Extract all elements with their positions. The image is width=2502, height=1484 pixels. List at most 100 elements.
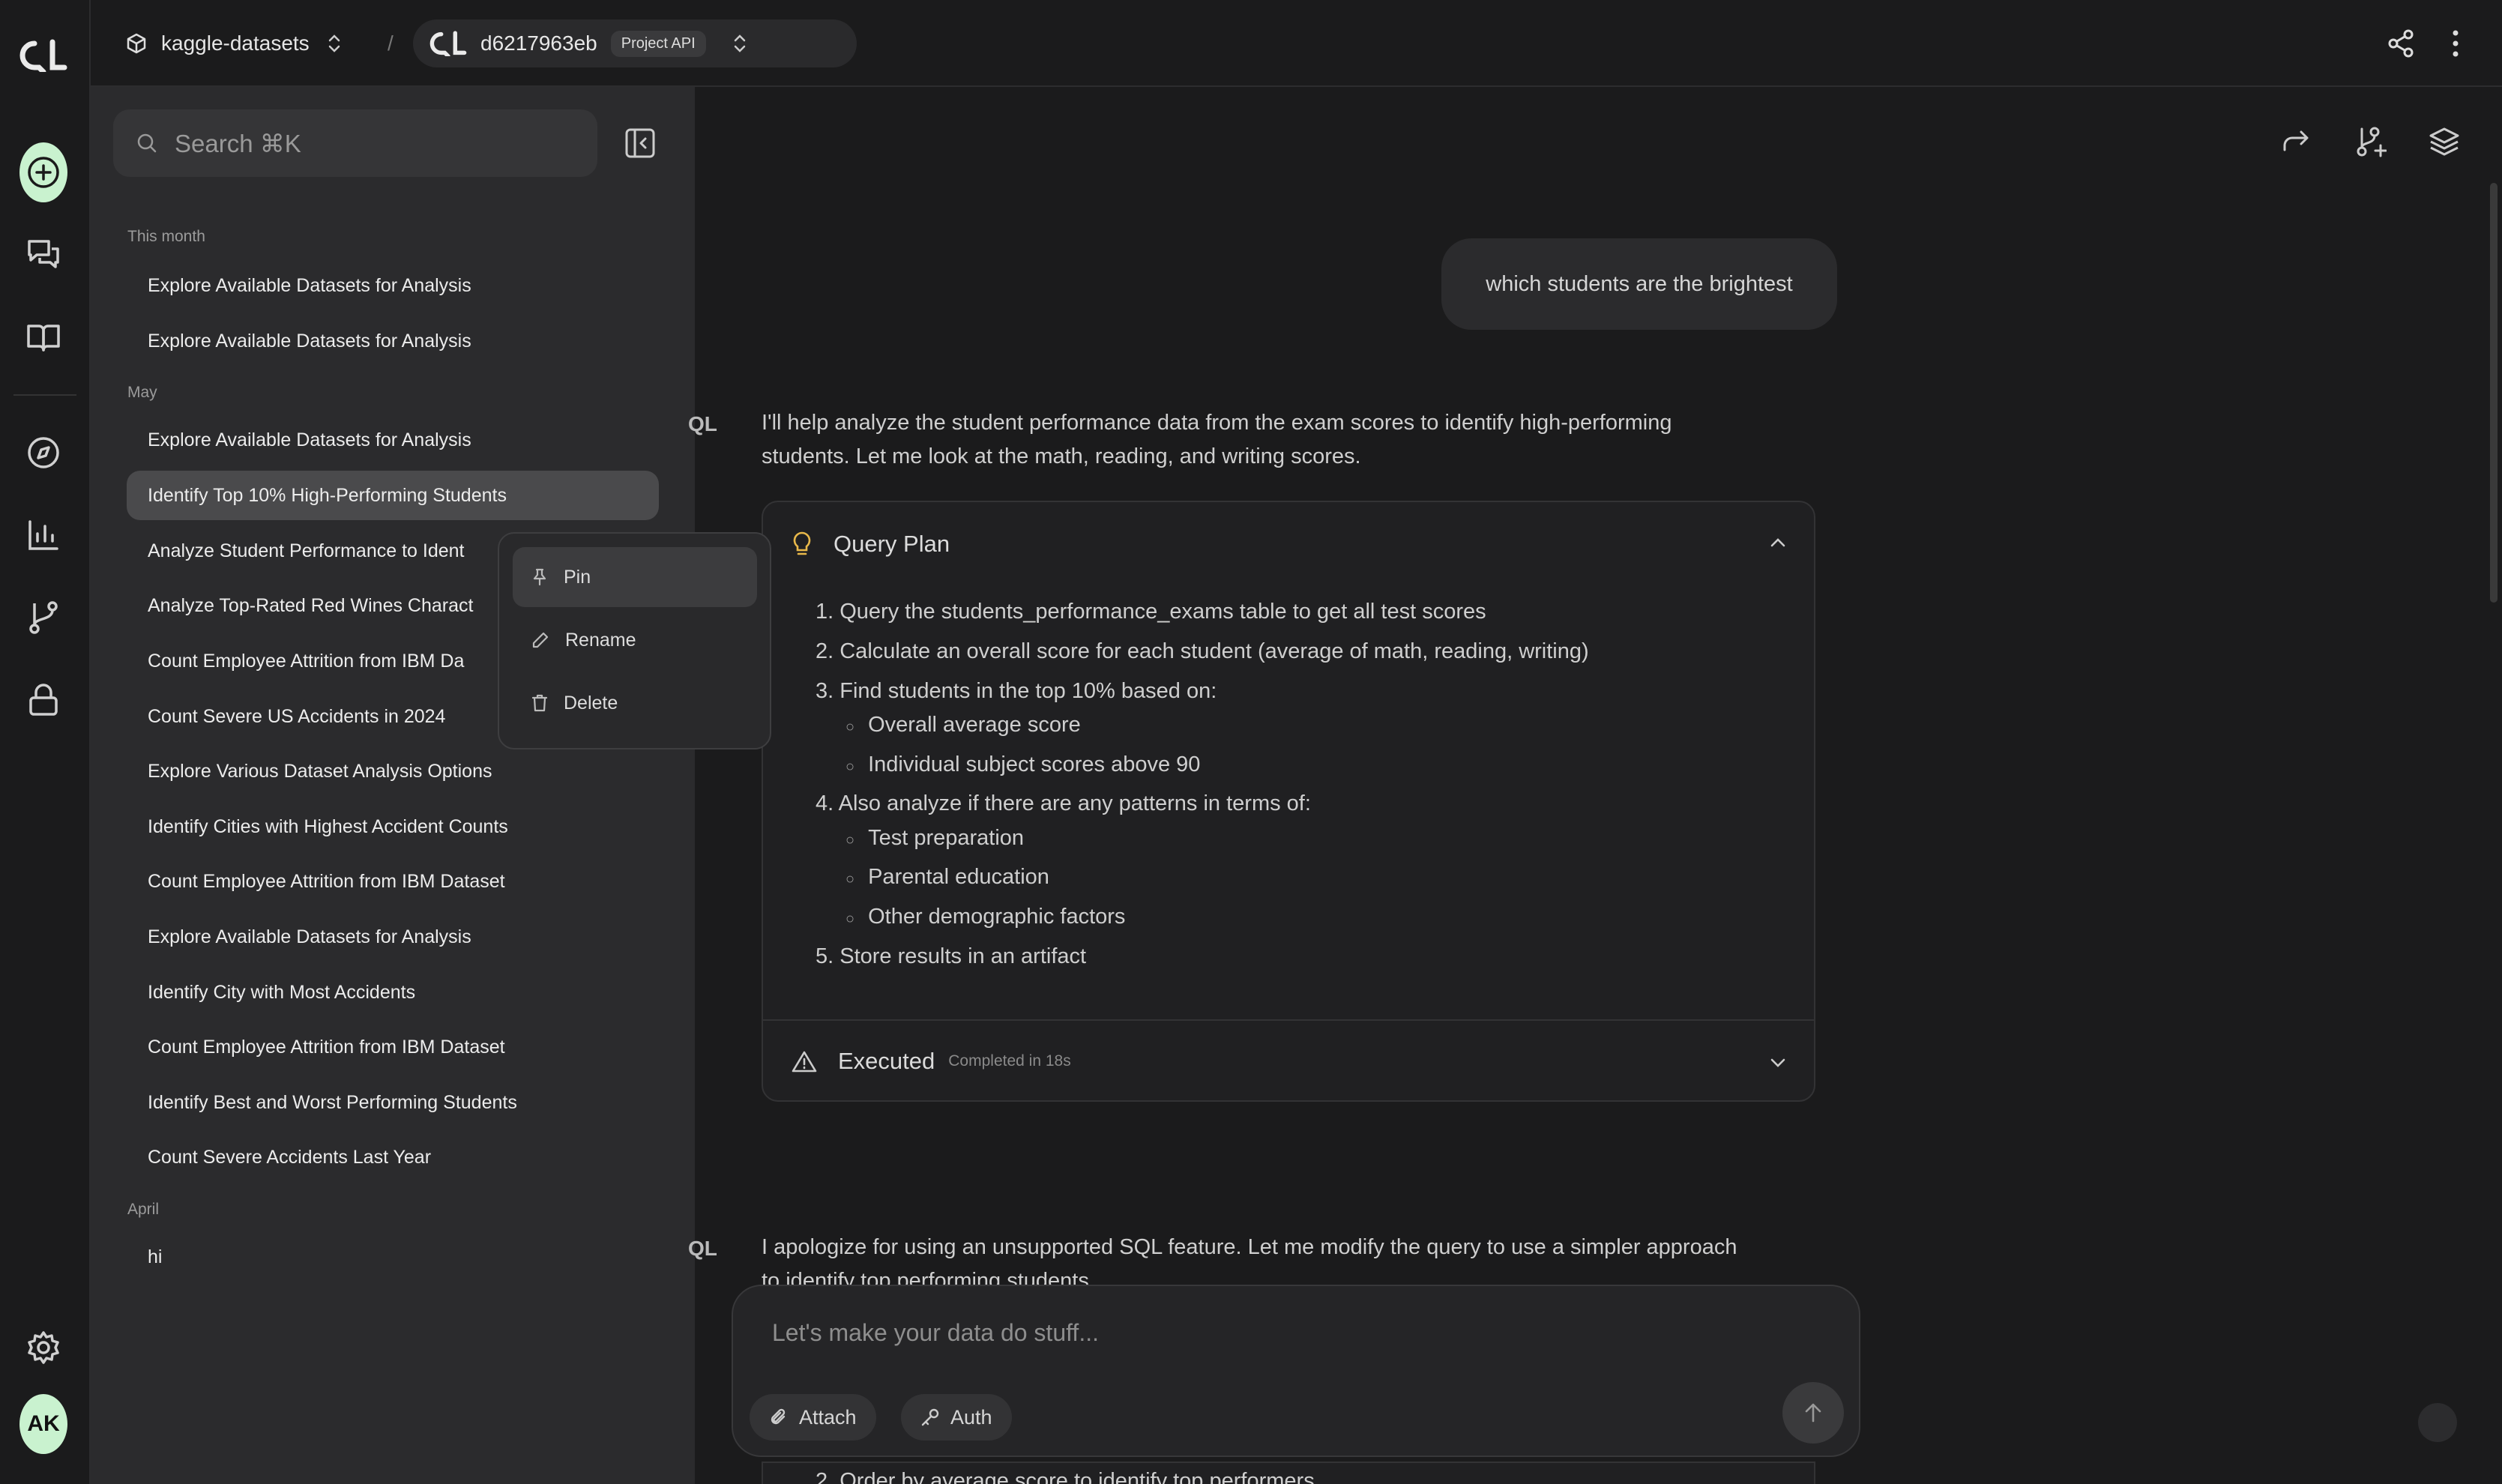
library-icon[interactable]	[19, 313, 67, 361]
assistant-text-line: students. Let me look at the math, readi…	[762, 444, 1361, 468]
list-item[interactable]: Identify City with Most Accidents	[127, 968, 659, 1017]
executed-row[interactable]: Executed Completed in 18s	[763, 1019, 1814, 1102]
list-item[interactable]: Count Severe Accidents Last Year	[127, 1132, 659, 1182]
partial-plan-card: 2. Order by average score to identify to…	[762, 1462, 1815, 1484]
search-placeholder: Search ⌘K	[175, 129, 301, 157]
collapse-sidebar-icon[interactable]	[624, 127, 656, 159]
plan-substep: ○ Parental education	[845, 865, 1049, 889]
list-item[interactable]: Explore Available Datasets for Analysis	[127, 261, 659, 310]
forward-icon[interactable]	[2282, 127, 2310, 154]
plan-step: 5. Store results in an artifact	[816, 944, 1087, 968]
plan-step: 2. Order by average score to identify to…	[816, 1469, 1315, 1484]
pencil-icon	[532, 632, 549, 648]
workspace-name: kaggle-datasets	[161, 31, 310, 55]
rename-menu-item[interactable]: Rename	[513, 610, 757, 670]
plan-substep: ○ Overall average score	[845, 713, 1081, 737]
chat-history-sidebar: Search ⌘K This month Explore Available D…	[91, 87, 695, 1484]
charts-icon[interactable]	[19, 511, 67, 559]
list-item[interactable]: Explore Available Datasets for Analysis	[127, 316, 659, 366]
more-vertical-icon[interactable]	[2450, 28, 2461, 58]
plan-step: 2. Calculate an overall score for each s…	[816, 639, 1589, 663]
list-item[interactable]: Explore Various Dataset Analysis Options	[127, 746, 659, 796]
chevron-down-icon[interactable]	[1769, 1057, 1787, 1069]
help-bubble[interactable]	[2418, 1403, 2457, 1442]
plan-substep: ○ Other demographic factors	[845, 905, 1126, 929]
branch-add-icon[interactable]	[2355, 126, 2387, 157]
lock-icon[interactable]	[19, 676, 67, 724]
query-plan-header[interactable]: Query Plan	[763, 502, 1814, 586]
workspace-selector[interactable]: kaggle-datasets	[125, 0, 343, 87]
pin-icon	[533, 568, 546, 586]
query-plan-card: Query Plan 1. Query the students_perform…	[762, 501, 1815, 1102]
share-icon[interactable]	[2386, 28, 2416, 58]
delete-menu-item[interactable]: Delete	[513, 673, 757, 733]
assistant-message: I'll help analyze the student performanc…	[762, 406, 1826, 474]
project-badge: Project API	[610, 30, 706, 57]
list-item-active[interactable]: Identify Top 10% High-Performing Student…	[127, 471, 659, 520]
group-label-april: April	[127, 1201, 160, 1218]
rename-label: Rename	[565, 629, 636, 651]
group-label-this-month: This month	[127, 228, 205, 245]
branch-icon[interactable]	[19, 594, 67, 642]
scrollbar[interactable]	[2490, 183, 2498, 603]
list-item[interactable]: Explore Available Datasets for Analysis	[127, 415, 659, 465]
context-menu: Pin Rename Delete	[498, 532, 771, 749]
query-plan-title: Query Plan	[834, 531, 950, 557]
cube-icon	[127, 33, 146, 54]
chats-icon[interactable]	[19, 231, 67, 279]
assistant-avatar: QL	[688, 412, 717, 435]
project-selector[interactable]: d6217963eb Project API	[413, 19, 857, 67]
paperclip-icon	[771, 1408, 786, 1425]
left-rail: AK	[0, 0, 91, 1484]
list-item[interactable]: Count Employee Attrition from IBM Datase…	[127, 857, 659, 906]
breadcrumb-separator: /	[388, 31, 394, 55]
list-item[interactable]: hi	[127, 1232, 659, 1282]
search-icon	[137, 133, 157, 153]
plan-substep: ○ Individual subject scores above 90	[845, 752, 1201, 776]
plan-step: 3. Find students in the top 10% based on…	[816, 679, 1217, 703]
settings-icon[interactable]	[19, 1324, 67, 1372]
lightbulb-icon	[793, 531, 811, 555]
plan-substep: ○ Test preparation	[845, 826, 1025, 850]
plan-step: 1. Query the students_performance_exams …	[816, 600, 1486, 624]
list-item[interactable]: Identify Best and Worst Performing Stude…	[127, 1078, 659, 1127]
arrow-up-icon	[1805, 1403, 1821, 1423]
send-button[interactable]	[1782, 1382, 1844, 1444]
list-item[interactable]: Count Employee Attrition from IBM Datase…	[127, 1022, 659, 1072]
logo-icon[interactable]	[19, 31, 67, 79]
list-item[interactable]: Identify Cities with Highest Accident Co…	[127, 802, 659, 851]
ql-logo-icon	[429, 31, 467, 56]
assistant-text-line: I'll help analyze the student performanc…	[762, 411, 1672, 435]
auth-label: Auth	[950, 1405, 992, 1429]
attach-button[interactable]: Attach	[750, 1394, 876, 1441]
warning-icon	[792, 1051, 817, 1073]
user-message: which students are the brightest	[1441, 238, 1837, 330]
new-chat-icon[interactable]	[19, 142, 67, 202]
pin-label: Pin	[564, 566, 591, 588]
group-label-may: May	[127, 384, 157, 401]
chevron-updown-icon	[734, 34, 745, 52]
avatar[interactable]: AK	[19, 1394, 67, 1454]
message-input[interactable]: Let's make your data do stuff...	[772, 1319, 1099, 1347]
pin-menu-item[interactable]: Pin	[513, 547, 757, 607]
chevron-updown-icon	[328, 34, 340, 52]
top-bar: kaggle-datasets / d6217963eb Project API	[91, 0, 2502, 87]
list-item[interactable]: Explore Available Datasets for Analysis	[127, 912, 659, 962]
avatar-initials: AK	[19, 1394, 67, 1454]
search-input[interactable]: Search ⌘K	[113, 109, 597, 177]
executed-label: Executed	[838, 1048, 935, 1074]
assistant-avatar: QL	[688, 1237, 717, 1260]
explore-icon[interactable]	[19, 429, 67, 477]
assistant-text-line: I apologize for using an unsupported SQL…	[762, 1235, 1737, 1259]
key-icon	[921, 1408, 939, 1426]
chevron-up-icon[interactable]	[1769, 537, 1787, 549]
auth-button[interactable]: Auth	[901, 1394, 1012, 1441]
project-id: d6217963eb	[480, 31, 597, 55]
attach-label: Attach	[799, 1405, 857, 1429]
layers-icon[interactable]	[2429, 126, 2460, 157]
executed-time: Completed in 18s	[948, 1052, 1071, 1070]
delete-label: Delete	[564, 692, 618, 714]
trash-icon	[531, 694, 548, 712]
message-composer: Let's make your data do stuff... Attach …	[732, 1285, 1860, 1457]
plan-step: 4. Also analyze if there are any pattern…	[816, 791, 1311, 815]
